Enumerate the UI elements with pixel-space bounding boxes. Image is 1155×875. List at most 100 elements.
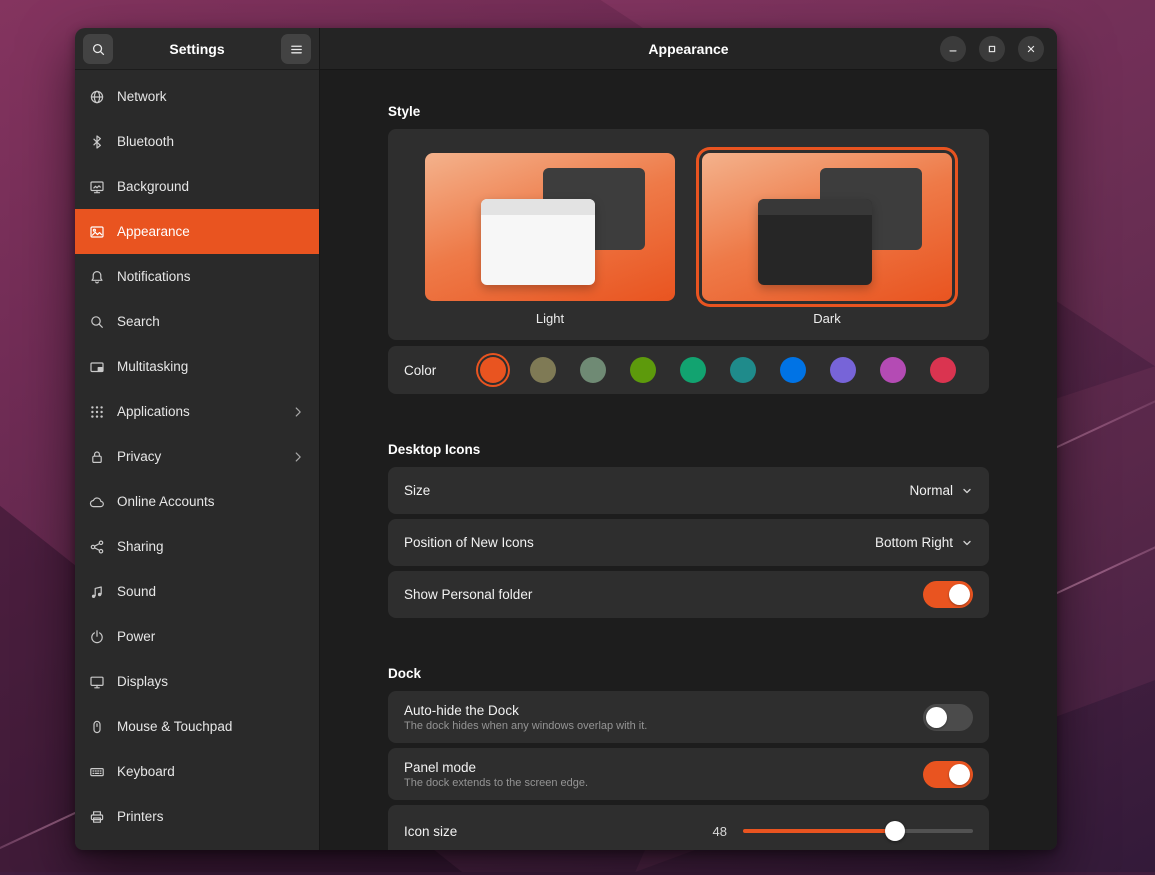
slider-knob[interactable]: [885, 821, 905, 841]
sidebar-header: Settings: [75, 28, 319, 70]
sidebar-nav: Network Bluetooth Background Appearance: [75, 70, 319, 850]
minimize-button[interactable]: [940, 36, 966, 62]
section-title-dock: Dock: [388, 666, 989, 681]
sidebar-item-notifications[interactable]: Notifications: [75, 254, 319, 299]
position-dropdown[interactable]: Bottom Right: [875, 535, 973, 550]
sidebar-item-label: Appearance: [117, 224, 190, 239]
theme-option-dark[interactable]: Dark: [702, 153, 952, 326]
settings-window: Settings Network Bluetooth: [75, 28, 1057, 850]
chevron-right-icon: [291, 450, 305, 464]
accent-color-magenta[interactable]: [880, 357, 906, 383]
display-icon: [89, 674, 105, 690]
row-label: Auto-hide the Dock: [404, 703, 923, 718]
dropdown-value: Bottom Right: [875, 535, 953, 550]
accent-color-bark[interactable]: [530, 357, 556, 383]
search-icon: [91, 42, 106, 57]
sidebar-item-displays[interactable]: Displays: [75, 659, 319, 704]
sidebar-item-applications[interactable]: Applications: [75, 389, 319, 434]
accent-color-viridian[interactable]: [680, 357, 706, 383]
sidebar-item-search[interactable]: Search: [75, 299, 319, 344]
sidebar-item-label: Printers: [117, 809, 164, 824]
panel-mode-toggle[interactable]: [923, 761, 973, 788]
lock-icon: [89, 449, 105, 465]
mock-titlebar: [758, 199, 872, 215]
accent-color-sage[interactable]: [580, 357, 606, 383]
sidebar-item-label: Notifications: [117, 269, 191, 284]
theme-option-light[interactable]: Light: [425, 153, 675, 326]
size-dropdown[interactable]: Normal: [909, 483, 973, 498]
mouse-icon: [89, 719, 105, 735]
sidebar-item-printers[interactable]: Printers: [75, 794, 319, 839]
sidebar-title: Settings: [121, 41, 273, 57]
sidebar-item-multitasking[interactable]: Multitasking: [75, 344, 319, 389]
sidebar-item-sharing[interactable]: Sharing: [75, 524, 319, 569]
primary-menu-button[interactable]: [281, 34, 311, 64]
sidebar-item-power[interactable]: Power: [75, 614, 319, 659]
icon-size-row[interactable]: Icon size 48: [388, 805, 989, 850]
accent-color-swatches: [480, 357, 956, 383]
accent-color-orange[interactable]: [480, 357, 506, 383]
sidebar-item-bluetooth[interactable]: Bluetooth: [75, 119, 319, 164]
search-button[interactable]: [83, 34, 113, 64]
wallpaper-icon: [89, 179, 105, 195]
sidebar-item-label: Power: [117, 629, 155, 644]
sidebar-item-label: Multitasking: [117, 359, 188, 374]
section-title-desktop-icons: Desktop Icons: [388, 442, 989, 457]
minimize-icon: [947, 43, 959, 55]
sidebar-item-network[interactable]: Network: [75, 74, 319, 119]
theme-selector-card: Light Dark: [388, 129, 989, 340]
sidebar-item-label: Privacy: [117, 449, 161, 464]
sidebar-item-appearance[interactable]: Appearance: [75, 209, 319, 254]
sidebar-item-label: Network: [117, 89, 167, 104]
maximize-button[interactable]: [979, 36, 1005, 62]
auto-hide-dock-toggle[interactable]: [923, 704, 973, 731]
accent-color-blue[interactable]: [780, 357, 806, 383]
search-icon: [89, 314, 105, 330]
auto-hide-dock-row[interactable]: Auto-hide the Dock The dock hides when a…: [388, 691, 989, 743]
section-title-style: Style: [388, 104, 989, 119]
sidebar-item-label: Bluetooth: [117, 134, 174, 149]
sidebar-item-keyboard[interactable]: Keyboard: [75, 749, 319, 794]
chevron-down-icon: [961, 485, 973, 497]
dark-theme-preview: [702, 153, 952, 301]
sidebar-item-label: Search: [117, 314, 160, 329]
position-of-new-icons-row[interactable]: Position of New Icons Bottom Right: [388, 519, 989, 566]
appearance-icon: [89, 224, 105, 240]
chevron-down-icon: [961, 537, 973, 549]
sidebar-item-online-accounts[interactable]: Online Accounts: [75, 479, 319, 524]
light-theme-preview: [425, 153, 675, 301]
sidebar-item-label: Background: [117, 179, 189, 194]
accent-color-red[interactable]: [930, 357, 956, 383]
row-label: Panel mode: [404, 760, 923, 775]
color-row-label: Color: [404, 363, 468, 378]
sidebar-item-background[interactable]: Background: [75, 164, 319, 209]
show-personal-folder-toggle[interactable]: [923, 581, 973, 608]
sidebar-item-privacy[interactable]: Privacy: [75, 434, 319, 479]
sidebar: Settings Network Bluetooth: [75, 28, 320, 850]
row-label: Size: [404, 483, 909, 498]
accent-color-olive[interactable]: [630, 357, 656, 383]
content-scroll-area[interactable]: Style Light: [320, 70, 1057, 850]
show-personal-folder-row[interactable]: Show Personal folder: [388, 571, 989, 618]
icon-size-slider[interactable]: [743, 818, 973, 844]
mock-titlebar: [481, 199, 595, 215]
sidebar-item-label: Online Accounts: [117, 494, 215, 509]
panel-mode-row[interactable]: Panel mode The dock extends to the scree…: [388, 748, 989, 800]
sidebar-item-sound[interactable]: Sound: [75, 569, 319, 614]
main-pane: Appearance: [320, 28, 1057, 850]
sidebar-item-mouse-touchpad[interactable]: Mouse & Touchpad: [75, 704, 319, 749]
dock-rows: Auto-hide the Dock The dock hides when a…: [388, 691, 989, 850]
accent-color-prussian-green[interactable]: [730, 357, 756, 383]
size-row[interactable]: Size Normal: [388, 467, 989, 514]
printer-icon: [89, 809, 105, 825]
toggle-knob: [926, 707, 947, 728]
bell-icon: [89, 269, 105, 285]
share-icon: [89, 539, 105, 555]
toggle-knob: [949, 764, 970, 785]
close-button[interactable]: [1018, 36, 1044, 62]
music-note-icon: [89, 584, 105, 600]
accent-color-purple[interactable]: [830, 357, 856, 383]
row-label: Icon size: [404, 824, 713, 839]
headerbar: Appearance: [320, 28, 1057, 70]
hamburger-menu-icon: [289, 42, 304, 57]
